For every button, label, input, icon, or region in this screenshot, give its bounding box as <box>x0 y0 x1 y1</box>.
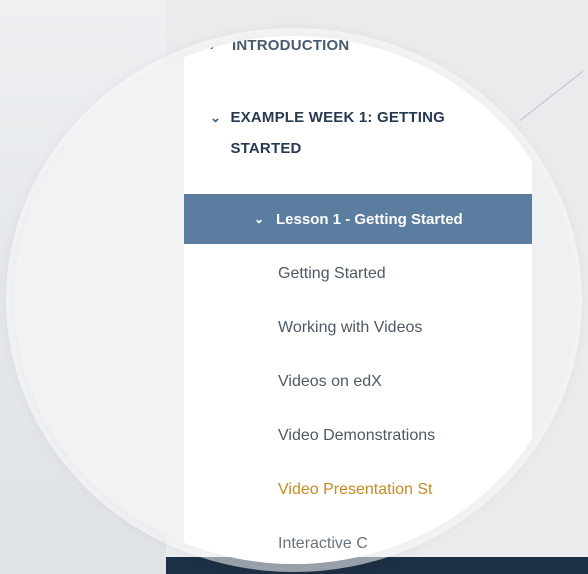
section-introduction[interactable]: › INTRODUCTION <box>210 36 349 61</box>
unit-interactive[interactable]: Interactive C <box>278 535 398 553</box>
unit-video-demonstrations[interactable]: Video Demonstrations <box>278 427 435 445</box>
section-label: EXAMPLE WEEK 1: GETTING STARTED <box>230 109 446 157</box>
unit-working-with-videos[interactable]: Working with Videos <box>278 319 422 337</box>
magnified-view: › INTRODUCTION ⌄ EXAMPLE WEEK 1: GETTING… <box>14 36 574 564</box>
lesson-1-item[interactable]: ⌄ Lesson 1 - Getting Started <box>184 194 532 244</box>
chevron-down-icon: ⌄ <box>210 110 222 125</box>
chevron-right-icon: › <box>210 38 215 53</box>
unit-videos-on-edx[interactable]: Videos on edX <box>278 373 382 391</box>
section-label: INTRODUCTION <box>232 37 350 54</box>
section-example-week-1[interactable]: ⌄ EXAMPLE WEEK 1: GETTING STARTED <box>210 102 500 164</box>
unit-getting-started[interactable]: Getting Started <box>278 265 386 283</box>
lesson-label: Lesson 1 - Getting Started <box>276 210 463 228</box>
course-outline: › INTRODUCTION ⌄ EXAMPLE WEEK 1: GETTING… <box>14 36 574 564</box>
chevron-down-icon: ⌄ <box>254 212 265 226</box>
unit-video-presentation[interactable]: Video Presentation St <box>278 481 484 499</box>
